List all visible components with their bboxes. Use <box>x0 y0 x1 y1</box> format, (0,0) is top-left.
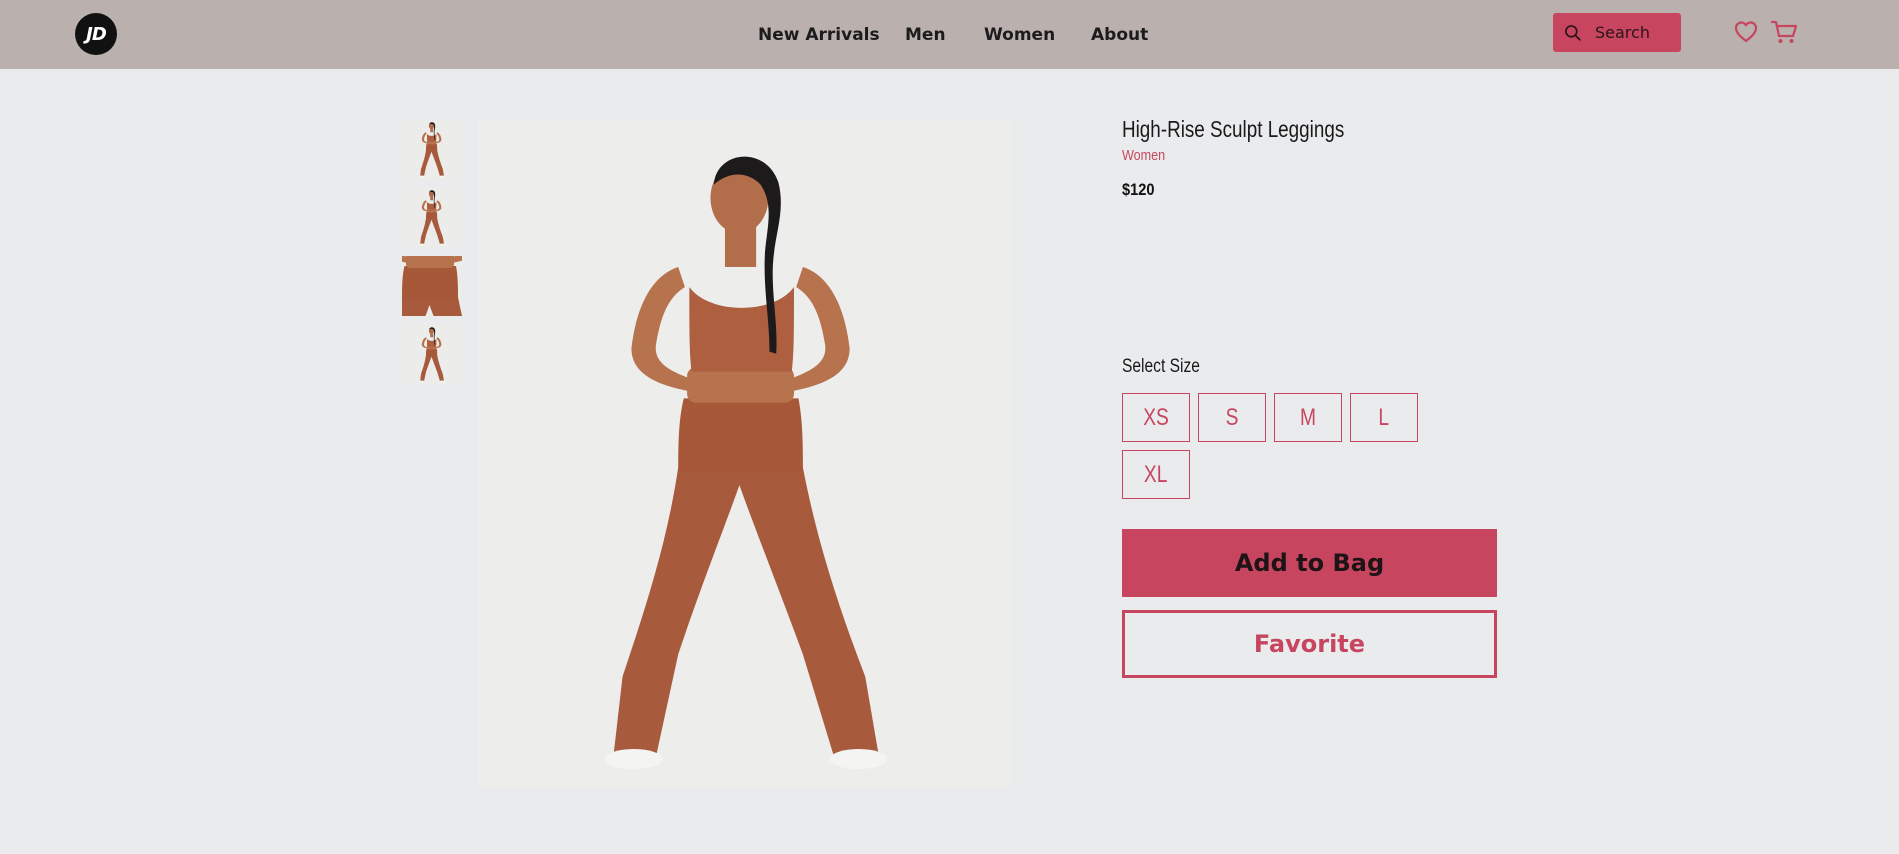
search-button[interactable]: Search <box>1553 13 1681 52</box>
nav-men[interactable]: Men <box>905 0 946 69</box>
size-option-xl[interactable]: XL <box>1122 450 1190 499</box>
size-option-m[interactable]: M <box>1274 393 1342 442</box>
product-thumbnail-front[interactable] <box>402 119 462 179</box>
product-category[interactable]: Women <box>1122 147 1165 164</box>
nav-women[interactable]: Women <box>984 0 1055 69</box>
size-option-s[interactable]: S <box>1198 393 1266 442</box>
top-navigation-bar: JD New Arrivals Men Women About Search <box>0 0 1899 69</box>
heart-icon[interactable] <box>1733 19 1759 45</box>
main-product-image <box>478 120 1012 788</box>
logo-text: JD <box>86 23 107 45</box>
nav-new-arrivals[interactable]: New Arrivals <box>758 0 880 69</box>
select-size-label: Select Size <box>1122 356 1200 377</box>
size-label-l: L <box>1378 403 1390 431</box>
cart-icon[interactable] <box>1770 19 1798 45</box>
add-to-bag-button[interactable]: Add to Bag <box>1122 529 1497 597</box>
size-option-xs[interactable]: XS <box>1122 393 1190 442</box>
favorite-button[interactable]: Favorite <box>1122 610 1497 678</box>
product-thumbnail-pose[interactable] <box>402 324 462 384</box>
size-label-s: S <box>1225 403 1239 431</box>
size-label-xs: XS <box>1143 403 1169 431</box>
size-label-xl: XL <box>1144 460 1168 488</box>
size-option-l[interactable]: L <box>1350 393 1418 442</box>
product-thumbnail-detail[interactable] <box>402 256 462 316</box>
product-title: High-Rise Sculpt Leggings <box>1122 116 1345 142</box>
search-placeholder: Search <box>1595 23 1650 42</box>
nav-about[interactable]: About <box>1091 0 1148 69</box>
product-thumbnail-back[interactable] <box>402 187 462 247</box>
size-label-m: M <box>1300 403 1316 431</box>
product-price: $120 <box>1122 180 1155 199</box>
jd-logo[interactable]: JD <box>75 13 117 55</box>
search-icon <box>1565 24 1581 41</box>
